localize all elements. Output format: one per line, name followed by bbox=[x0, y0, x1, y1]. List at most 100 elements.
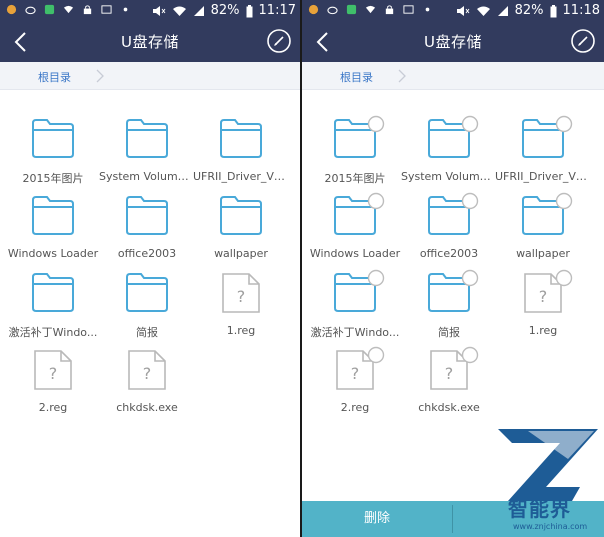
signal-icon bbox=[63, 5, 74, 14]
more-dots-icon bbox=[425, 7, 430, 12]
svg-text:?: ? bbox=[49, 364, 58, 383]
select-circle-icon[interactable] bbox=[367, 115, 385, 133]
item-label: chkdsk.exe bbox=[116, 401, 178, 414]
folder-icon bbox=[126, 273, 168, 312]
file-item[interactable]: ? 2.reg bbox=[5, 348, 101, 424]
breadcrumb-root[interactable]: 根目录 bbox=[340, 69, 373, 85]
item-label: 1.reg bbox=[226, 324, 256, 337]
signal-icon bbox=[365, 5, 376, 14]
breadcrumb: 根目录 bbox=[302, 62, 604, 90]
chevron-right-icon bbox=[96, 69, 104, 83]
file-item[interactable]: ? 1.reg bbox=[193, 271, 289, 347]
page-title: U盘存储 bbox=[121, 33, 179, 51]
delete-button[interactable]: 删除 bbox=[302, 501, 452, 537]
item-label: office2003 bbox=[419, 247, 479, 260]
select-circle-icon[interactable] bbox=[461, 346, 479, 364]
folder-icon bbox=[126, 119, 168, 158]
item-label: 2015年图片 bbox=[22, 172, 84, 185]
item-label: office2003 bbox=[117, 247, 177, 260]
breadcrumb-root[interactable]: 根目录 bbox=[38, 69, 71, 85]
item-label: chkdsk.exe bbox=[418, 401, 480, 414]
more-dots-icon bbox=[123, 7, 128, 12]
item-label: 1.reg bbox=[528, 324, 558, 337]
watermark-url: www.znjchina.com bbox=[513, 522, 588, 531]
select-circle-icon[interactable] bbox=[367, 346, 385, 364]
breadcrumb: 根目录 bbox=[0, 62, 300, 90]
edit-pencil-icon[interactable] bbox=[266, 28, 292, 54]
item-label: UFRII_Driver_V2... bbox=[193, 170, 289, 183]
item-label: 2015年图片 bbox=[324, 172, 386, 185]
folder-item[interactable]: 2015年图片 bbox=[307, 115, 403, 193]
select-circle-icon[interactable] bbox=[461, 269, 479, 287]
item-label: 激活补丁Windo... bbox=[310, 326, 400, 339]
app-icon bbox=[44, 4, 55, 15]
file-item[interactable]: ? 2.reg bbox=[307, 346, 403, 424]
unknown-file-icon: ? bbox=[128, 350, 166, 390]
svg-text:?: ? bbox=[143, 364, 152, 383]
folder-item[interactable]: 简报 bbox=[401, 269, 497, 347]
folder-item[interactable]: office2003 bbox=[99, 194, 195, 270]
item-label: Windows Loader bbox=[309, 247, 401, 260]
folder-item[interactable]: Windows Loader bbox=[307, 192, 403, 270]
item-label: 2.reg bbox=[38, 401, 68, 414]
item-label: 简报 bbox=[136, 326, 158, 339]
watermark-logo: 智能界 www.znjchina.com bbox=[468, 425, 604, 537]
folder-item[interactable]: office2003 bbox=[401, 192, 497, 270]
image-icon bbox=[403, 5, 414, 14]
cellular-signal-icon bbox=[497, 6, 508, 16]
lock-icon bbox=[385, 5, 394, 15]
unknown-file-icon: ? bbox=[222, 273, 260, 313]
edit-pencil-icon[interactable] bbox=[570, 28, 596, 54]
folder-item[interactable]: 激活补丁Windo... bbox=[307, 269, 403, 347]
select-circle-icon[interactable] bbox=[555, 269, 573, 287]
select-circle-icon[interactable] bbox=[555, 192, 573, 210]
svg-text:?: ? bbox=[351, 364, 360, 383]
file-item[interactable]: ? chkdsk.exe bbox=[401, 346, 497, 424]
file-item[interactable]: ? 1.reg bbox=[495, 269, 591, 347]
select-circle-icon[interactable] bbox=[555, 115, 573, 133]
item-label: 简报 bbox=[438, 326, 460, 339]
folder-item[interactable]: UFRII_Driver_V2... bbox=[495, 115, 591, 193]
battery-percent: 82% bbox=[514, 3, 544, 18]
file-browser-screen-select: 82% 11:18 U盘存储 根目录 2015年图片 System Volume … bbox=[302, 0, 604, 537]
select-circle-icon[interactable] bbox=[367, 269, 385, 287]
folder-item[interactable]: wallpaper bbox=[495, 192, 591, 270]
folder-item[interactable]: wallpaper bbox=[193, 194, 289, 270]
battery-percent: 82% bbox=[210, 3, 240, 18]
folder-icon bbox=[220, 196, 262, 235]
select-circle-icon[interactable] bbox=[367, 192, 385, 210]
mute-icon bbox=[152, 6, 166, 16]
watermark-brand: 智能界 bbox=[508, 497, 571, 521]
file-browser-screen-normal: 82% 11:17 U盘存储 根目录 2015年图片 System Volume … bbox=[0, 0, 300, 537]
folder-item[interactable]: 简报 bbox=[99, 271, 195, 347]
app-header: U盘存储 bbox=[302, 22, 604, 62]
app-icon bbox=[346, 4, 357, 15]
file-item[interactable]: ? chkdsk.exe bbox=[99, 348, 195, 424]
cloud-icon bbox=[25, 6, 36, 15]
action-bar-divider bbox=[452, 505, 453, 533]
cloud-icon bbox=[327, 6, 338, 15]
folder-icon bbox=[126, 196, 168, 235]
select-circle-icon[interactable] bbox=[461, 115, 479, 133]
unknown-file-icon: ? bbox=[34, 350, 72, 390]
mute-icon bbox=[456, 6, 470, 16]
image-icon bbox=[101, 5, 112, 14]
folder-item[interactable]: 激活补丁Windo... bbox=[5, 271, 101, 347]
app-header: U盘存储 bbox=[0, 22, 300, 62]
select-circle-icon[interactable] bbox=[461, 192, 479, 210]
status-bar: 82% 11:18 bbox=[302, 0, 604, 22]
svg-text:?: ? bbox=[445, 364, 454, 383]
svg-text:?: ? bbox=[539, 287, 548, 306]
folder-item[interactable]: 2015年图片 bbox=[5, 117, 101, 193]
item-label: Windows Loader bbox=[7, 247, 99, 260]
folder-item[interactable]: System Volume I... bbox=[99, 117, 195, 193]
folder-item[interactable]: UFRII_Driver_V2... bbox=[193, 117, 289, 193]
cellular-signal-icon bbox=[193, 6, 204, 16]
item-label: wallpaper bbox=[516, 247, 570, 260]
folder-icon bbox=[32, 196, 74, 235]
status-bar: 82% 11:17 bbox=[0, 0, 300, 22]
page-title: U盘存储 bbox=[424, 33, 482, 51]
folder-item[interactable]: System Volume I... bbox=[401, 115, 497, 193]
notification-icon bbox=[308, 4, 319, 15]
folder-item[interactable]: Windows Loader bbox=[5, 194, 101, 270]
